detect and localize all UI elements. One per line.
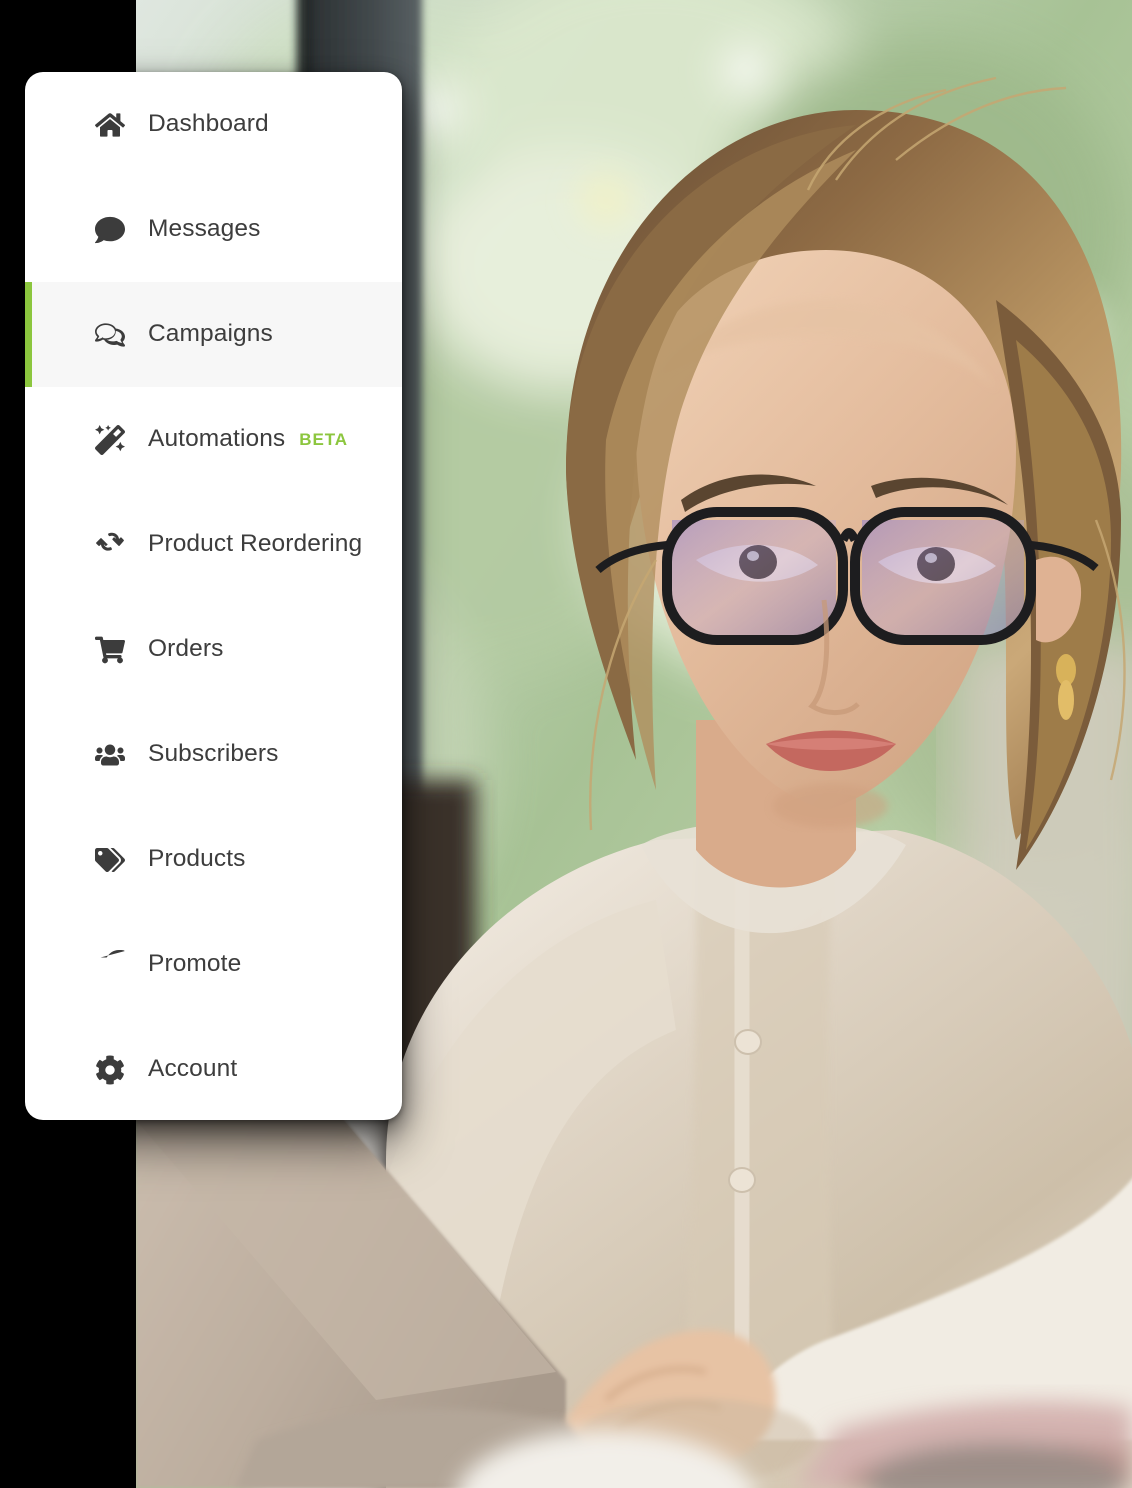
sidebar-item-subscribers[interactable]: Subscribers — [25, 702, 402, 807]
rocket-icon — [93, 948, 127, 982]
sidebar-item-product-reordering[interactable]: Product Reordering — [25, 492, 402, 597]
exchange-arrows-icon — [93, 528, 127, 562]
sidebar-item-label: Product Reordering — [148, 530, 363, 558]
sidebar-item-label: Orders — [148, 635, 224, 663]
sidebar-item-label: Account — [148, 1055, 238, 1083]
sidebar-item-label: Messages — [148, 215, 261, 243]
sidebar-item-label: Automations — [148, 425, 286, 453]
active-indicator-bar — [25, 282, 32, 387]
comments-icon — [93, 318, 127, 352]
sidebar-item-orders[interactable]: Orders — [25, 597, 402, 702]
sidebar-item-campaigns[interactable]: Campaigns — [25, 282, 402, 387]
gear-icon — [93, 1053, 127, 1087]
tags-icon — [93, 843, 127, 877]
sidebar-nav-list: Dashboard Messages Campaigns Automations… — [25, 72, 402, 1120]
sidebar-item-account[interactable]: Account — [25, 1017, 402, 1120]
sidebar-item-badge: BETA — [299, 429, 348, 449]
users-icon — [93, 738, 127, 772]
shopping-cart-icon — [93, 633, 127, 667]
sidebar-item-messages[interactable]: Messages — [25, 177, 402, 282]
magic-wand-icon — [93, 423, 127, 457]
sidebar-item-label: Campaigns — [148, 320, 273, 348]
sidebar-item-automations[interactable]: Automations BETA — [25, 387, 402, 492]
home-icon — [93, 108, 127, 142]
screenshot-root: Dashboard Messages Campaigns Automations… — [0, 0, 1132, 1488]
sidebar-item-dashboard[interactable]: Dashboard — [25, 72, 402, 177]
sidebar-item-products[interactable]: Products — [25, 807, 402, 912]
sidebar-item-label: Dashboard — [148, 110, 269, 138]
sidebar-item-promote[interactable]: Promote — [25, 912, 402, 1017]
sidebar-item-label: Subscribers — [148, 740, 279, 768]
sidebar-navigation-card: Dashboard Messages Campaigns Automations… — [25, 72, 402, 1120]
sidebar-item-label: Products — [148, 845, 246, 873]
sidebar-item-label: Promote — [148, 950, 242, 978]
comment-icon — [93, 213, 127, 247]
